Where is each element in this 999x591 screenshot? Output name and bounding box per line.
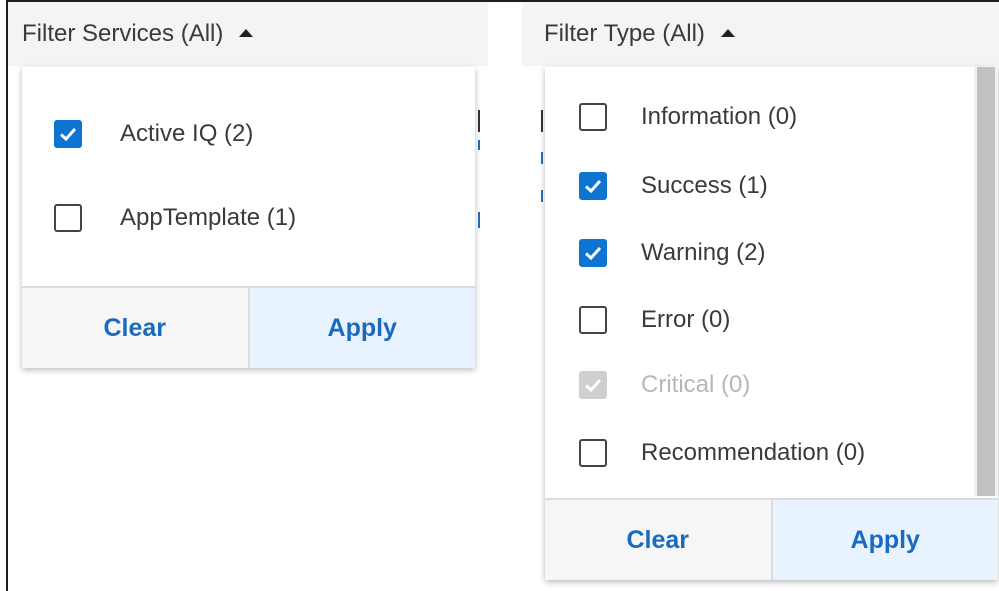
services-dropdown-footer: Clear Apply (22, 286, 475, 368)
option-active-iq[interactable]: Active IQ (2) (22, 117, 253, 151)
filter-type-header[interactable]: Filter Type (All) (522, 2, 999, 66)
scrollbar-thumb[interactable] (977, 67, 995, 496)
option-label: Information (0) (641, 103, 798, 130)
clear-button[interactable]: Clear (22, 288, 250, 368)
checkbox-unchecked-icon[interactable] (54, 204, 82, 232)
option-apptemplate[interactable]: AppTemplate (1) (22, 201, 296, 235)
checkbox-checked-icon[interactable] (579, 239, 607, 267)
filter-type-title: Filter Type (All) (544, 20, 705, 47)
option-label: AppTemplate (1) (120, 204, 297, 231)
type-dropdown-footer: Clear Apply (545, 498, 998, 580)
services-dropdown: Active IQ (2) AppTemplate (1) Clear Appl… (22, 67, 475, 368)
option-success[interactable]: Success (1) (545, 169, 768, 203)
option-critical: Critical (0) (545, 368, 750, 402)
caret-up-icon (720, 29, 735, 37)
option-label: Success (1) (641, 172, 768, 199)
option-label: Recommendation (0) (641, 439, 866, 466)
filter-services-header[interactable]: Filter Services (All) (8, 2, 488, 66)
background-link-fragment (541, 152, 543, 164)
background-fragment (541, 110, 543, 132)
option-label: Active IQ (2) (120, 120, 254, 147)
option-error[interactable]: Error (0) (545, 303, 730, 337)
type-dropdown: Information (0) Success (1) Warning (2) … (545, 67, 998, 580)
option-label: Error (0) (641, 306, 731, 333)
option-warning[interactable]: Warning (2) (545, 236, 765, 270)
checkbox-unchecked-icon[interactable] (579, 439, 607, 467)
checkbox-unchecked-icon[interactable] (579, 306, 607, 334)
checkbox-unchecked-icon[interactable] (579, 103, 607, 131)
background-link-fragment (478, 212, 480, 228)
checkbox-checked-icon[interactable] (579, 172, 607, 200)
option-label: Critical (0) (641, 371, 751, 398)
option-label: Warning (2) (641, 239, 766, 266)
background-link-fragment (541, 190, 543, 202)
apply-button[interactable]: Apply (772, 500, 998, 580)
filter-services-title: Filter Services (All) (22, 20, 224, 47)
apply-button[interactable]: Apply (249, 288, 475, 368)
option-information[interactable]: Information (0) (545, 100, 797, 134)
caret-up-icon (239, 29, 254, 37)
background-link-fragment (478, 140, 480, 150)
background-fragment (478, 110, 480, 132)
checkbox-checked-icon[interactable] (54, 120, 82, 148)
scrollbar[interactable] (974, 67, 998, 496)
frame-left-border (6, 0, 8, 591)
clear-button[interactable]: Clear (545, 500, 773, 580)
option-recommendation[interactable]: Recommendation (0) (545, 436, 865, 470)
checkbox-disabled-checked-icon (579, 371, 607, 399)
screen: Filter Services (All) Active IQ (2) AppT… (0, 0, 999, 591)
